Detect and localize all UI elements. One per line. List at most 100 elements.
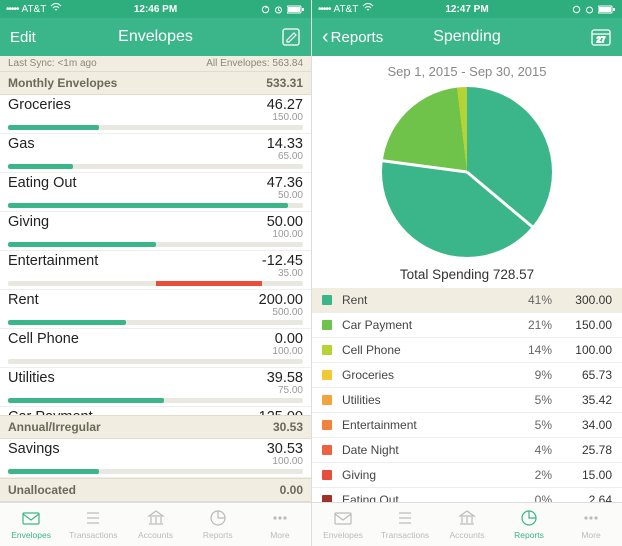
progress-bar [8,469,303,474]
envelope-row[interactable]: Savings 30.53 100.00 [0,439,311,478]
envelopes-icon [21,509,41,529]
legend-swatch [322,395,332,405]
legend-pct: 21% [502,318,552,332]
accounts-icon [146,509,166,529]
tab-reports[interactable]: Reports [498,503,560,546]
tab-transactions[interactable]: Transactions [374,503,436,546]
legend-name: Groceries [342,368,502,382]
legend-row[interactable]: Date Night 4% 25.78 [312,438,622,463]
progress-bar [8,398,303,403]
legend-pct: 14% [502,343,552,357]
alarm-icon [585,5,594,14]
legend-value: 15.00 [552,468,612,482]
tab-accounts[interactable]: Accounts [436,503,498,546]
legend-name: Giving [342,468,502,482]
carrier-label: AT&T [334,4,359,15]
more-icon [270,509,290,529]
legend-swatch [322,420,332,430]
back-button[interactable]: ‹ Reports [322,27,383,47]
tab-label: Accounts [450,530,485,540]
envelope-name: Eating Out [8,175,77,191]
legend-value: 25.78 [552,443,612,457]
tab-label: Transactions [381,530,429,540]
transactions-icon [83,509,103,529]
legend-name: Cell Phone [342,343,502,357]
envelope-amount: 50.00 [267,214,303,230]
envelope-row[interactable]: Entertainment -12.45 35.00 [0,251,311,290]
envelope-row[interactable]: Rent 200.00 500.00 [0,290,311,329]
compose-icon [281,27,301,47]
section-total: 0.00 [280,483,303,497]
legend-pct: 5% [502,418,552,432]
envelope-row[interactable]: Utilities 39.58 75.00 [0,368,311,407]
legend-value: 150.00 [552,318,612,332]
legend-pct: 9% [502,368,552,382]
envelope-name: Utilities [8,370,55,386]
legend-row[interactable]: Cell Phone 14% 100.00 [312,338,622,363]
status-time: 12:46 PM [134,4,177,15]
legend-swatch [322,320,332,330]
tab-transactions[interactable]: Transactions [62,503,124,546]
envelope-budget: 75.00 [8,385,303,396]
envelope-name: Cell Phone [8,331,79,347]
edit-button[interactable]: Edit [10,29,36,46]
tab-envelopes[interactable]: Envelopes [0,503,62,546]
legend-row[interactable]: Utilities 5% 35.42 [312,388,622,413]
legend-row[interactable]: Entertainment 5% 34.00 [312,413,622,438]
tab-accounts[interactable]: Accounts [124,503,186,546]
legend-name: Utilities [342,393,502,407]
envelope-amount: 14.33 [267,136,303,152]
back-label: Reports [331,29,384,46]
tab-more[interactable]: More [249,503,311,546]
battery-icon [598,5,616,14]
envelope-amount: 46.27 [267,97,303,113]
legend-value: 100.00 [552,343,612,357]
envelope-budget: 150.00 [8,112,303,123]
pie-chart[interactable] [382,87,552,257]
legend-value: 65.73 [552,368,612,382]
tab-reports[interactable]: Reports [187,503,249,546]
envelope-row[interactable]: Eating Out 47.36 50.00 [0,173,311,212]
envelope-row[interactable]: Cell Phone 0.00 100.00 [0,329,311,368]
progress-bar [8,203,303,208]
status-bar: ••••• AT&T 12:47 PM [312,0,622,18]
legend-row[interactable]: Eating Out 0% 2.64 [312,488,622,502]
envelope-name: Gas [8,136,35,152]
legend-name: Car Payment [342,318,502,332]
nav-title: Spending [433,28,501,46]
envelope-name: Entertainment [8,253,98,269]
envelope-row[interactable]: Giving 50.00 100.00 [0,212,311,251]
envelope-row[interactable]: Car Payment 125.00 275.00 [0,407,311,415]
envelope-row[interactable]: Gas 14.33 65.00 [0,134,311,173]
legend-value: 300.00 [552,293,612,307]
legend-name: Entertainment [342,418,502,432]
carrier-label: AT&T [22,4,47,15]
calendar-button[interactable]: 27 [590,27,612,47]
legend-value: 2.64 [552,493,612,502]
envelope-row[interactable]: Groceries 46.27 150.00 [0,95,311,134]
envelope-list[interactable]: Groceries 46.27 150.00 Gas 14.33 65.00 E… [0,95,311,415]
legend-row[interactable]: Rent 41% 300.00 [312,288,622,313]
legend-pct: 0% [502,493,552,502]
compose-button[interactable] [281,27,301,47]
envelope-name: Groceries [8,97,71,113]
tab-more[interactable]: More [560,503,622,546]
envelope-amount: 47.36 [267,175,303,191]
legend-list[interactable]: Rent 41% 300.00 Car Payment 21% 150.00 C… [312,288,622,502]
tab-label: More [581,530,600,540]
envelope-amount: 39.58 [267,370,303,386]
sync-row: Last Sync: <1m ago All Envelopes: 563.84 [0,56,311,71]
legend-swatch [322,495,332,502]
signal-dots: ••••• [318,4,331,15]
status-right [572,5,616,14]
tab-label: Envelopes [323,530,363,540]
envelope-name: Rent [8,292,39,308]
legend-row[interactable]: Groceries 9% 65.73 [312,363,622,388]
legend-row[interactable]: Giving 2% 15.00 [312,463,622,488]
legend-swatch [322,470,332,480]
tab-envelopes[interactable]: Envelopes [312,503,374,546]
tab-label: More [270,530,289,540]
chevron-left-icon: ‹ [322,27,329,47]
legend-row[interactable]: Car Payment 21% 150.00 [312,313,622,338]
envelope-amount: 0.00 [275,331,303,347]
